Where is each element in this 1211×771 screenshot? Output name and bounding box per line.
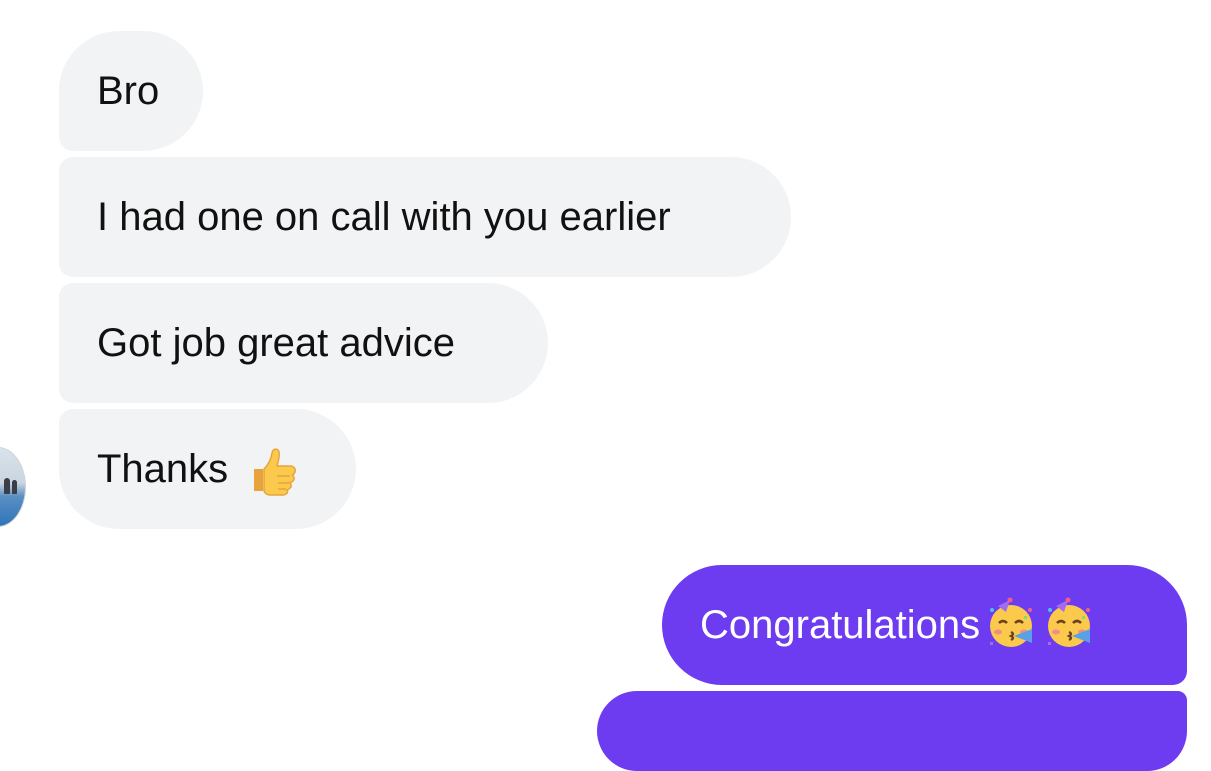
message-text: Thanks [97, 447, 229, 491]
message-text: Bro [97, 69, 160, 113]
partying-face-icon [984, 596, 1038, 650]
incoming-message-bubble[interactable]: Bro [59, 31, 203, 151]
partying-face-icon [1042, 596, 1096, 650]
avatar-figure [12, 480, 17, 494]
message-text: Got job great advice [97, 321, 455, 365]
outgoing-message-bubble[interactable] [597, 691, 1187, 771]
sender-avatar[interactable] [0, 447, 26, 527]
message-text: I had one on call with you earlier [97, 195, 671, 239]
incoming-message-bubble[interactable]: Thanks [59, 409, 356, 529]
thumbs-up-icon [244, 443, 300, 499]
outgoing-message-bubble[interactable]: Congratulations [662, 565, 1187, 685]
avatar-figure [4, 478, 10, 494]
incoming-message-bubble[interactable]: Got job great advice [59, 283, 548, 403]
incoming-message-bubble[interactable]: I had one on call with you earlier [59, 157, 791, 277]
message-text: Congratulations [700, 603, 981, 647]
